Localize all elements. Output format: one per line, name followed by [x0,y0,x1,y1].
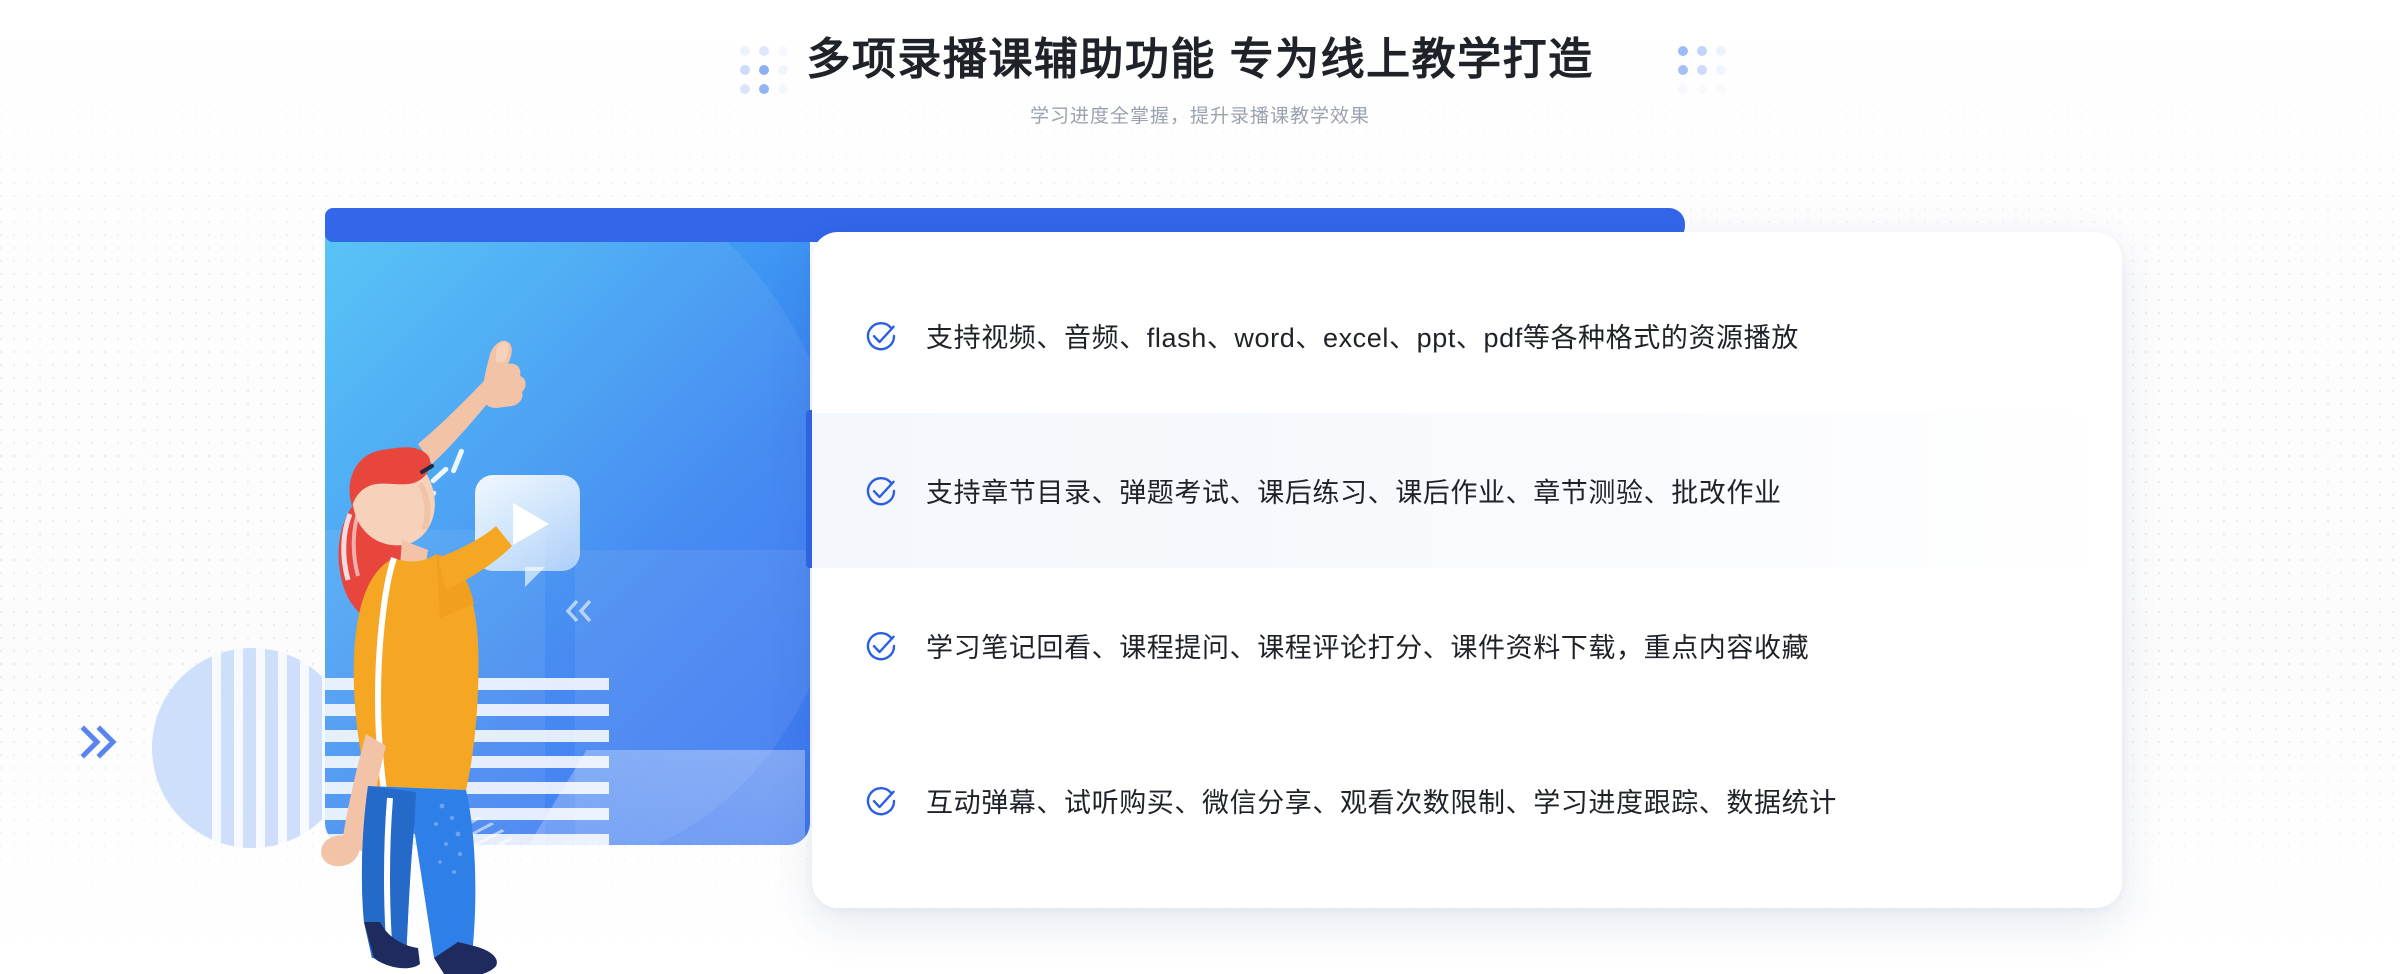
check-circle-icon [866,321,896,350]
check-circle-icon [866,476,896,505]
feature-row[interactable]: 学习笔记回看、课程提问、课程评论打分、课件资料下载，重点内容收藏 [812,568,2122,723]
feature-row[interactable]: 互动弹幕、试听购买、微信分享、观看次数限制、学习进度跟踪、数据统计 [812,723,2122,878]
feature-text: 互动弹幕、试听购买、微信分享、观看次数限制、学习进度跟踪、数据统计 [926,788,1837,818]
page-subtitle: 学习进度全掌握，提升录播课教学效果 [1029,106,1370,127]
feature-text: 支持章节目录、弹题考试、课后练习、课后作业、章节测验、批改作业 [926,478,1782,508]
page-header: 多项录播课辅助功能 专为线上教学打造 学习进度全掌握，提升录播课教学效果 [0,0,2400,170]
decorative-dot-grid-right [1678,46,1726,94]
feature-text: 支持视频、音频、flash、word、excel、ppt、pdf等各种格式的资源… [926,323,1799,353]
check-circle-icon [866,786,896,815]
double-chevron-right-icon [78,725,124,764]
pointing-woman-illustration [321,340,526,974]
feature-text: 学习笔记回看、课程提问、课程评论打分、课件资料下载，重点内容收藏 [926,633,1810,663]
check-circle-icon [866,631,896,660]
feature-row[interactable]: 支持章节目录、弹题考试、课后练习、课后作业、章节测验、批改作业 [812,413,2122,568]
features-card: 支持视频、音频、flash、word、excel、ppt、pdf等各种格式的资源… [812,232,2122,908]
feature-row[interactable]: 支持视频、音频、flash、word、excel、ppt、pdf等各种格式的资源… [812,258,2122,413]
page-title: 多项录播课辅助功能 专为线上教学打造 [806,35,1594,84]
decorative-dot-grid-left [740,46,788,94]
